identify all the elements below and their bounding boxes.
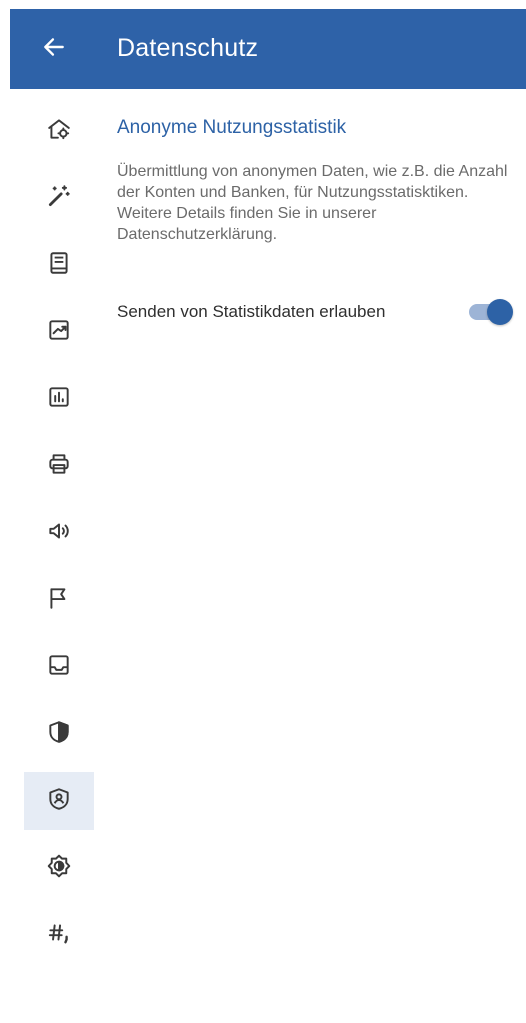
rail-item-print[interactable] — [24, 437, 94, 495]
rail-item-reminders[interactable] — [24, 571, 94, 629]
trend-chart-icon — [46, 317, 72, 348]
toggle-thumb — [487, 299, 513, 325]
printer-icon — [46, 451, 72, 482]
shield-icon — [46, 719, 72, 750]
rail-item-assistant[interactable] — [24, 169, 94, 227]
rail-item-general[interactable] — [24, 102, 94, 160]
bar-chart-icon — [46, 384, 72, 415]
rail-item-accounts[interactable] — [24, 236, 94, 294]
rail-item-statistics[interactable] — [24, 370, 94, 428]
app-bar: Datenschutz — [10, 9, 526, 89]
magic-wand-icon — [46, 183, 72, 214]
number-format-icon — [46, 920, 72, 951]
allow-statistics-setting[interactable]: Senden von Statistikdaten erlauben — [117, 295, 515, 329]
rail-item-display[interactable] — [24, 839, 94, 897]
inbox-icon — [46, 652, 72, 683]
allow-statistics-label: Senden von Statistikdaten erlauben — [117, 302, 386, 321]
page-title: Datenschutz — [117, 34, 259, 62]
flag-icon — [46, 585, 72, 616]
rail-item-sound[interactable] — [24, 504, 94, 562]
brightness-icon — [46, 853, 72, 884]
rail-item-security[interactable] — [24, 705, 94, 763]
privacy-shield-user-icon — [46, 786, 72, 817]
allow-statistics-toggle[interactable] — [467, 297, 515, 327]
arrow-left-icon — [41, 34, 67, 65]
back-button[interactable] — [36, 31, 72, 67]
rail-item-trends[interactable] — [24, 303, 94, 361]
book-icon — [46, 250, 72, 281]
house-settings-icon — [46, 116, 72, 147]
rail-item-privacy[interactable] — [24, 772, 94, 830]
section-title: Anonyme Nutzungsstatistik — [117, 117, 347, 138]
rail-item-number-format[interactable] — [24, 906, 94, 964]
settings-category-rail — [0, 89, 100, 1023]
rail-item-inbox[interactable] — [24, 638, 94, 696]
section-description: Übermittlung von anonymen Daten, wie z.B… — [117, 163, 508, 243]
speaker-icon — [46, 518, 72, 549]
